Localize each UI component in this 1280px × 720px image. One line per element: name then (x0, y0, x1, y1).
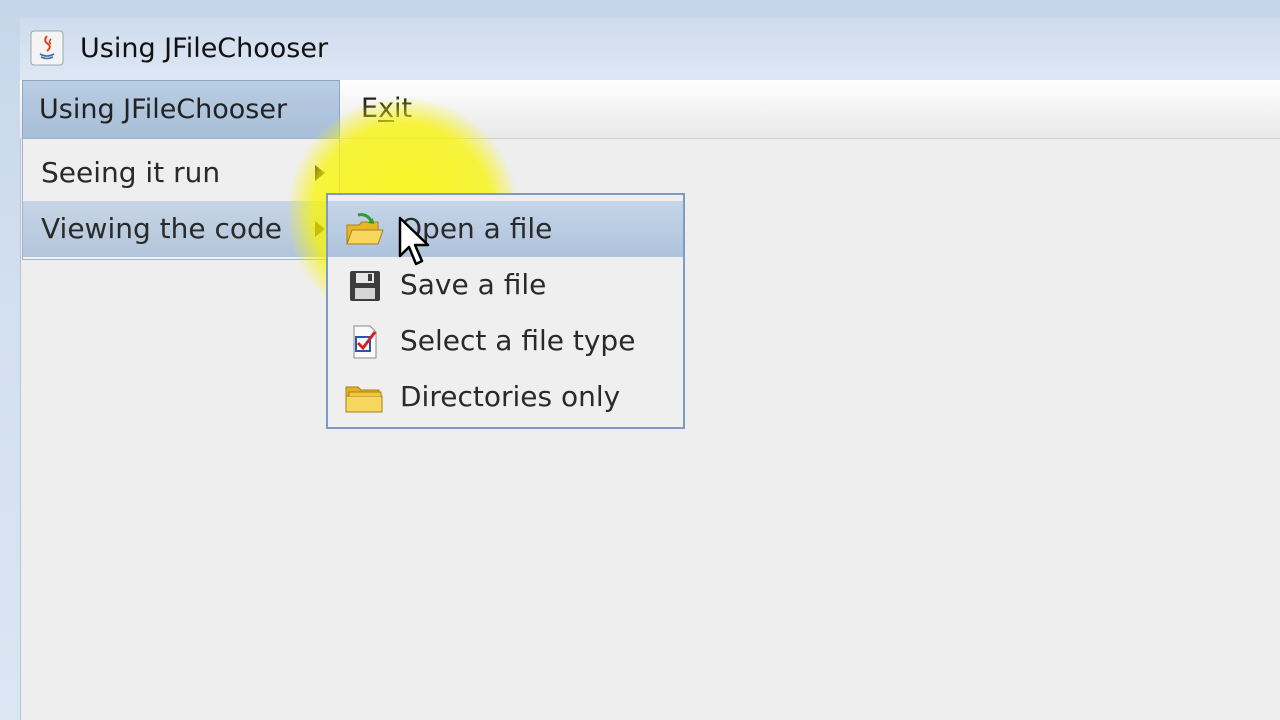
submenu: Open a file Save a file Select a file ty… (326, 193, 685, 429)
menu-exit-label: Exit (361, 93, 413, 124)
open-folder-icon (346, 213, 384, 245)
submenu-item-save-a-file[interactable]: Save a file (328, 257, 683, 313)
checklist-icon (353, 325, 377, 359)
menu-exit[interactable]: Exit (345, 80, 428, 138)
submenu-item-label: Directories only (400, 380, 621, 413)
folder-icon (345, 386, 383, 413)
submenu-arrow-icon (315, 165, 325, 181)
menu-using-jfilechooser-label: Using JFileChooser (39, 94, 288, 125)
submenu-item-label: Select a file type (400, 324, 636, 357)
window-title: Using JFileChooser (80, 33, 329, 64)
menu-using-jfilechooser[interactable]: Using JFileChooser (22, 80, 340, 138)
menu-bar: Using JFileChooser Exit (20, 80, 1280, 139)
mouse-cursor-icon (398, 216, 430, 266)
submenu-item-select-a-file-type[interactable]: Select a file type (328, 313, 683, 369)
submenu-item-open-a-file[interactable]: Open a file (328, 201, 683, 257)
submenu-item-directories-only[interactable]: Directories only (328, 369, 683, 425)
menu-item-label: Seeing it run (41, 156, 221, 189)
floppy-disk-icon (350, 271, 380, 301)
menu-item-viewing-the-code[interactable]: Viewing the code (23, 201, 339, 257)
submenu-arrow-icon (315, 221, 325, 237)
title-bar[interactable]: Using JFileChooser (20, 18, 1280, 80)
dropdown-menu: Seeing it run Viewing the code (22, 138, 340, 260)
java-app-icon (30, 30, 64, 66)
menu-item-label: Viewing the code (41, 212, 283, 245)
menu-item-seeing-it-run[interactable]: Seeing it run (23, 145, 339, 201)
